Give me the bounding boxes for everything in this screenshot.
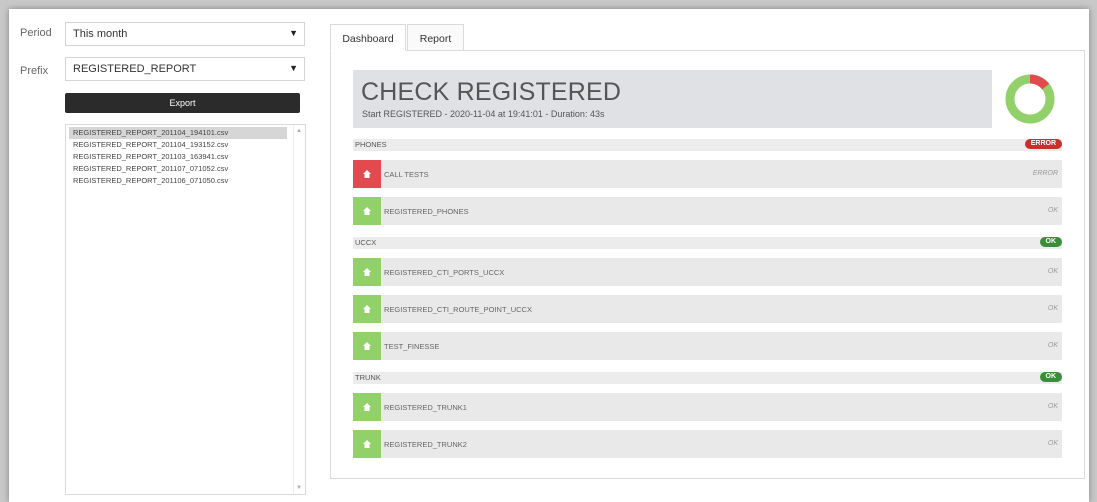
test-name: CALL TESTS bbox=[384, 170, 429, 179]
test-name: TEST_FINESSE bbox=[384, 342, 440, 351]
section-title: PHONES bbox=[355, 140, 387, 149]
section-header-uccx: UCCX OK bbox=[353, 237, 1062, 249]
file-list-scrollbar[interactable]: ▲ ▼ bbox=[293, 125, 305, 494]
test-row[interactable]: REGISTERED_CTI_PORTS_UCCX OK bbox=[353, 258, 1062, 286]
app-window: Period This month ▼ Prefix REGISTERED_RE… bbox=[9, 9, 1089, 502]
scroll-up-icon[interactable]: ▲ bbox=[296, 128, 302, 134]
test-row[interactable]: REGISTERED_TRUNK1 OK bbox=[353, 393, 1062, 421]
test-row[interactable]: CALL TESTS ERROR bbox=[353, 160, 1062, 188]
run-summary: Start REGISTERED - 2020-11-04 at 19:41:0… bbox=[362, 109, 605, 119]
period-select[interactable]: This month ▼ bbox=[65, 22, 305, 46]
test-status: OK bbox=[1047, 207, 1058, 214]
dashboard-panel: CHECK REGISTERED Start REGISTERED - 2020… bbox=[330, 50, 1085, 479]
test-name: REGISTERED_CTI_ROUTE_POINT_UCCX bbox=[384, 305, 532, 314]
prefix-select-value: REGISTERED_REPORT bbox=[73, 63, 197, 75]
status-badge: OK bbox=[1039, 237, 1062, 247]
section-title: UCCX bbox=[355, 238, 377, 247]
test-name: REGISTERED_TRUNK2 bbox=[384, 440, 467, 449]
ok-icon bbox=[353, 197, 381, 225]
status-donut-chart bbox=[1005, 74, 1055, 124]
file-list[interactable]: REGISTERED_REPORT_201104_194101.csv REGI… bbox=[65, 124, 306, 495]
test-status: ERROR bbox=[1032, 170, 1058, 177]
test-status: OK bbox=[1047, 403, 1058, 410]
status-badge: OK bbox=[1039, 372, 1062, 382]
chevron-down-icon: ▼ bbox=[289, 63, 298, 73]
ok-icon bbox=[353, 430, 381, 458]
tab-dashboard[interactable]: Dashboard bbox=[330, 24, 406, 51]
file-list-item[interactable]: REGISTERED_REPORT_201106_071050.csv bbox=[69, 175, 287, 187]
ok-icon bbox=[353, 393, 381, 421]
ok-icon bbox=[353, 332, 381, 360]
period-label: Period bbox=[20, 27, 52, 39]
file-list-item[interactable]: REGISTERED_REPORT_201104_193152.csv bbox=[69, 139, 287, 151]
test-name: REGISTERED_PHONES bbox=[384, 207, 469, 216]
test-status: OK bbox=[1047, 268, 1058, 275]
test-status: OK bbox=[1047, 342, 1058, 349]
error-icon bbox=[353, 160, 381, 188]
section-title: TRUNK bbox=[355, 373, 381, 382]
status-badge: ERROR bbox=[1024, 139, 1062, 149]
test-row[interactable]: REGISTERED_CTI_ROUTE_POINT_UCCX OK bbox=[353, 295, 1062, 323]
ok-icon bbox=[353, 295, 381, 323]
section-header-phones: PHONES ERROR bbox=[353, 139, 1062, 151]
test-row[interactable]: REGISTERED_PHONES OK bbox=[353, 197, 1062, 225]
test-status: OK bbox=[1047, 440, 1058, 447]
test-name: REGISTERED_CTI_PORTS_UCCX bbox=[384, 268, 505, 277]
file-list-item[interactable]: REGISTERED_REPORT_201104_194101.csv bbox=[69, 127, 287, 139]
period-select-value: This month bbox=[73, 28, 128, 40]
export-button[interactable]: Export bbox=[65, 93, 300, 113]
page-title: CHECK REGISTERED bbox=[361, 78, 622, 106]
section-header-trunk: TRUNK OK bbox=[353, 372, 1062, 384]
test-row[interactable]: TEST_FINESSE OK bbox=[353, 332, 1062, 360]
test-name: REGISTERED_TRUNK1 bbox=[384, 403, 467, 412]
file-list-item[interactable]: REGISTERED_REPORT_201103_163941.csv bbox=[69, 151, 287, 163]
ok-icon bbox=[353, 258, 381, 286]
prefix-label: Prefix bbox=[20, 65, 49, 77]
scroll-down-icon[interactable]: ▼ bbox=[296, 485, 302, 491]
file-list-item[interactable]: REGISTERED_REPORT_201107_071052.csv bbox=[69, 163, 287, 175]
prefix-select[interactable]: REGISTERED_REPORT ▼ bbox=[65, 57, 305, 81]
report-header: CHECK REGISTERED Start REGISTERED - 2020… bbox=[353, 70, 992, 128]
test-row[interactable]: REGISTERED_TRUNK2 OK bbox=[353, 430, 1062, 458]
tab-report[interactable]: Report bbox=[407, 24, 464, 51]
test-status: OK bbox=[1047, 305, 1058, 312]
chevron-down-icon: ▼ bbox=[289, 28, 298, 38]
